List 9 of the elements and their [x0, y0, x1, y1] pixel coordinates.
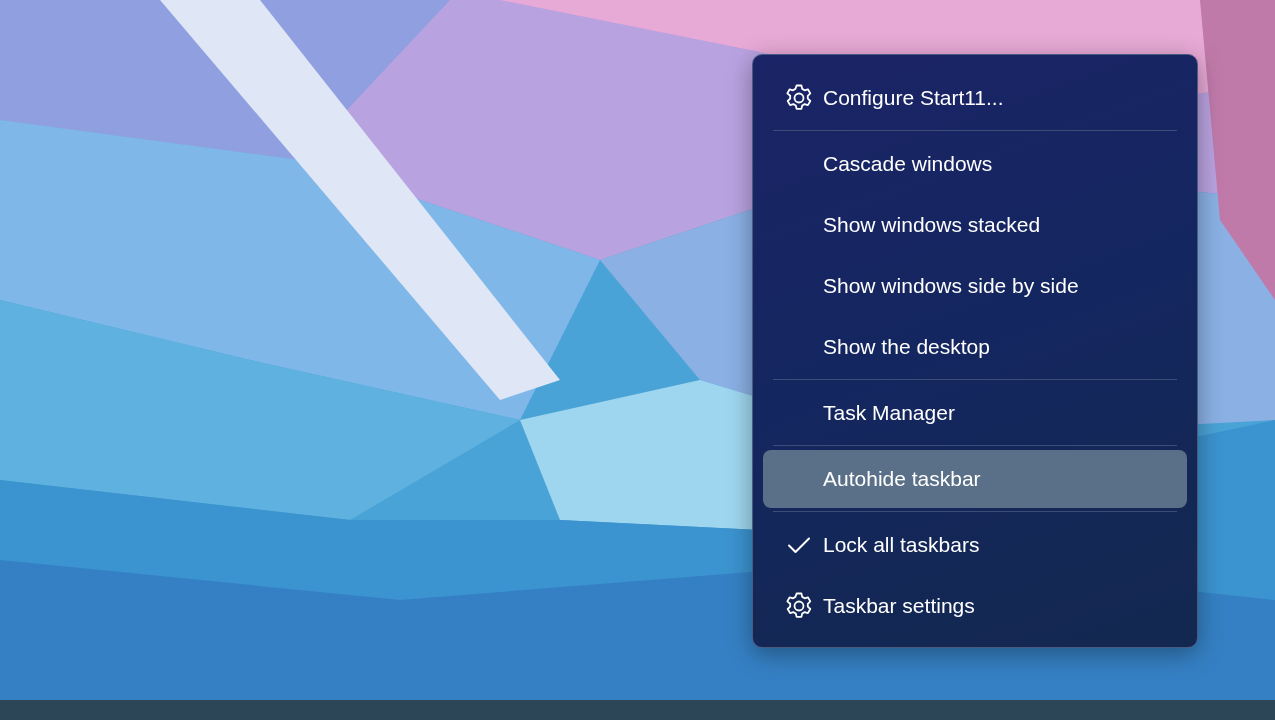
menu-item[interactable]: Show windows side by side — [763, 257, 1187, 315]
menu-item[interactable]: Taskbar settings — [763, 577, 1187, 635]
menu-item[interactable]: Cascade windows — [763, 135, 1187, 193]
menu-item[interactable]: Task Manager — [763, 384, 1187, 442]
menu-item[interactable]: Autohide taskbar — [763, 450, 1187, 508]
menu-item[interactable]: Lock all taskbars — [763, 516, 1187, 574]
menu-item[interactable]: Show the desktop — [763, 318, 1187, 376]
menu-item[interactable]: Show windows stacked — [763, 196, 1187, 254]
menu-item[interactable]: Configure Start11... — [763, 69, 1187, 127]
